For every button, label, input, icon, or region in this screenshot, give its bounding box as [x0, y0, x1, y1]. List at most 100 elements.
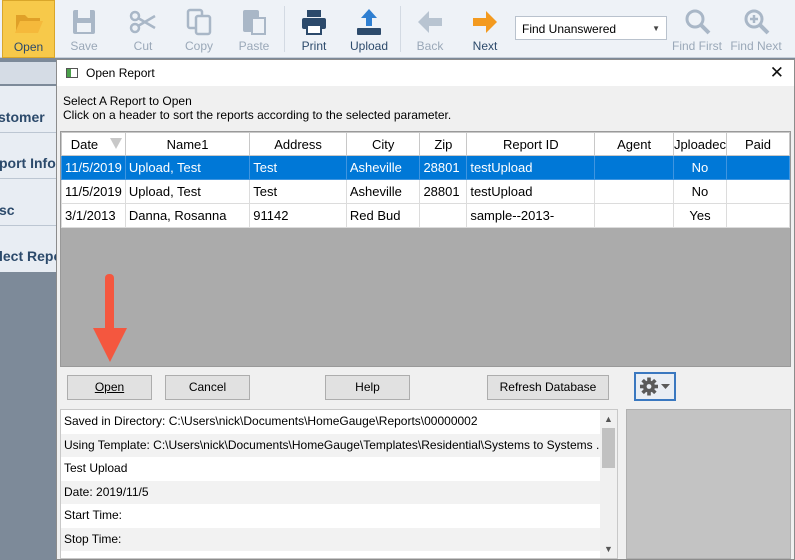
cell-report-id: testUpload: [466, 155, 596, 180]
grid-header-row: Date Name1 Address City Zip Report ID Ag…: [61, 132, 790, 156]
cell-report-id: testUpload: [466, 179, 596, 204]
cell-uploaded: Yes: [672, 203, 728, 228]
report-details-list[interactable]: Saved in Directory: C:\Users\nick\Docume…: [60, 409, 618, 559]
save-toolbar-label: Save: [70, 39, 98, 53]
upload-toolbar-button[interactable]: Upload: [341, 0, 397, 58]
column-header-city[interactable]: City: [345, 132, 421, 156]
close-icon[interactable]: ✕: [770, 63, 784, 83]
cut-toolbar-button[interactable]: Cut: [116, 0, 170, 58]
table-row[interactable]: 11/5/2019 Upload, Test Test Asheville 28…: [61, 155, 790, 180]
scroll-down-icon[interactable]: ▼: [604, 544, 613, 554]
settings-menu-button[interactable]: [634, 372, 676, 401]
back-toolbar-button[interactable]: Back: [403, 0, 457, 58]
sort-arrow-icon: [109, 138, 122, 149]
printer-icon: [302, 10, 326, 35]
dialog-titlebar: Open Report ✕: [57, 60, 794, 86]
chevron-down-icon: ▼: [652, 24, 660, 33]
scroll-thumb[interactable]: [602, 428, 615, 468]
column-header-date[interactable]: Date: [61, 132, 126, 156]
find-mode-select[interactable]: Find Unanswered ▼: [515, 16, 667, 40]
table-row[interactable]: 11/5/2019 Upload, Test Test Asheville 28…: [61, 179, 790, 204]
save-disk-icon: [73, 10, 95, 34]
left-nav-item-customer[interactable]: stomer: [0, 109, 45, 125]
left-nav: stomer port Info sc lect Repo: [0, 86, 62, 272]
column-header-name1[interactable]: Name1: [124, 132, 251, 156]
column-header-address[interactable]: Address: [249, 132, 347, 156]
upload-icon: [357, 9, 381, 35]
column-header-zip[interactable]: Zip: [419, 132, 468, 156]
search-plus-icon: [744, 9, 770, 35]
print-toolbar-button[interactable]: Print: [287, 0, 341, 58]
paste-clipboard-icon: [243, 10, 266, 35]
open-button[interactable]: Open: [67, 375, 152, 400]
column-header-agent[interactable]: Agent: [594, 132, 674, 156]
table-row[interactable]: 3/1/2013 Danna, Rosanna 91142 Red Bud sa…: [61, 203, 790, 228]
print-toolbar-label: Print: [301, 39, 327, 53]
open-toolbar-label: Open: [13, 40, 44, 54]
cell-paid: [726, 203, 790, 228]
cut-toolbar-label: Cut: [133, 39, 153, 53]
open-button-label: Open: [94, 380, 125, 394]
cell-paid: [726, 179, 790, 204]
find-first-toolbar-label: Find First: [671, 39, 722, 53]
column-header-report-id[interactable]: Report ID: [466, 132, 596, 156]
left-nav-divider: [0, 178, 56, 179]
cell-name: Upload, Test: [124, 179, 251, 204]
cell-agent: [594, 203, 674, 228]
next-toolbar-label: Next: [472, 39, 498, 53]
detail-line: Stop Time:: [61, 527, 617, 551]
toolbar-separator: [400, 6, 401, 52]
toolbar-separator: [284, 6, 285, 52]
report-preview-pane: [626, 409, 791, 559]
scroll-up-icon[interactable]: ▲: [604, 414, 613, 424]
find-first-toolbar-button[interactable]: Find First: [669, 0, 725, 58]
find-next-toolbar-button[interactable]: Find Next: [727, 0, 785, 58]
save-toolbar-button[interactable]: Save: [57, 0, 111, 58]
gear-icon: [640, 377, 670, 396]
folder-open-icon: [14, 15, 43, 33]
help-button[interactable]: Help: [325, 375, 410, 400]
left-nav-item-report-info[interactable]: port Info: [0, 155, 56, 171]
detail-line: Saved in Directory: C:\Users\nick\Docume…: [64, 414, 478, 428]
paste-toolbar-label: Paste: [238, 39, 270, 53]
copy-toolbar-button[interactable]: Copy: [171, 0, 227, 58]
instruction-subtitle: Click on a header to sort the reports ac…: [63, 108, 452, 122]
copy-icon: [186, 8, 212, 36]
detail-line: Test Upload: [64, 461, 128, 475]
cancel-button[interactable]: Cancel: [165, 375, 250, 400]
detail-line: Start Time:: [64, 508, 123, 522]
arrow-right-icon: [473, 11, 497, 33]
cell-city: Asheville: [345, 155, 421, 180]
cell-date: 3/1/2013: [61, 203, 126, 228]
search-icon: [685, 9, 711, 35]
left-nav-divider: [0, 225, 56, 226]
back-toolbar-label: Back: [416, 39, 444, 53]
open-report-dialog: Open Report ✕ Select A Report to Open Cl…: [56, 59, 795, 560]
scissors-icon: [129, 10, 156, 34]
open-toolbar-button[interactable]: Open: [2, 0, 55, 58]
window-icon: [66, 68, 78, 78]
paste-toolbar-button[interactable]: Paste: [227, 0, 281, 58]
cell-uploaded: No: [672, 179, 728, 204]
copy-toolbar-label: Copy: [184, 39, 213, 53]
upload-toolbar-label: Upload: [349, 39, 389, 53]
cell-agent: [594, 179, 674, 204]
left-nav-item-select-report[interactable]: lect Repo: [0, 248, 62, 264]
column-header-uploaded[interactable]: Jploadec: [672, 132, 728, 156]
arrow-left-icon: [418, 11, 442, 33]
cell-address: 91142: [249, 203, 347, 228]
cell-name: Danna, Rosanna: [124, 203, 251, 228]
find-mode-value: Find Unanswered: [522, 22, 617, 36]
cell-address: Test: [249, 155, 347, 180]
cell-zip: [419, 203, 468, 228]
cell-city: Asheville: [345, 179, 421, 204]
next-toolbar-button[interactable]: Next: [458, 0, 512, 58]
left-nav-item-misc[interactable]: sc: [0, 202, 15, 218]
cell-zip: 28801: [419, 155, 468, 180]
cell-date: 11/5/2019: [61, 179, 126, 204]
refresh-database-button[interactable]: Refresh Database: [487, 375, 609, 400]
cell-report-id: sample--2013-: [466, 203, 596, 228]
column-header-paid[interactable]: Paid: [726, 132, 790, 156]
details-scrollbar[interactable]: ▲ ▼: [600, 410, 617, 558]
left-panel-header-strip: [0, 62, 56, 84]
